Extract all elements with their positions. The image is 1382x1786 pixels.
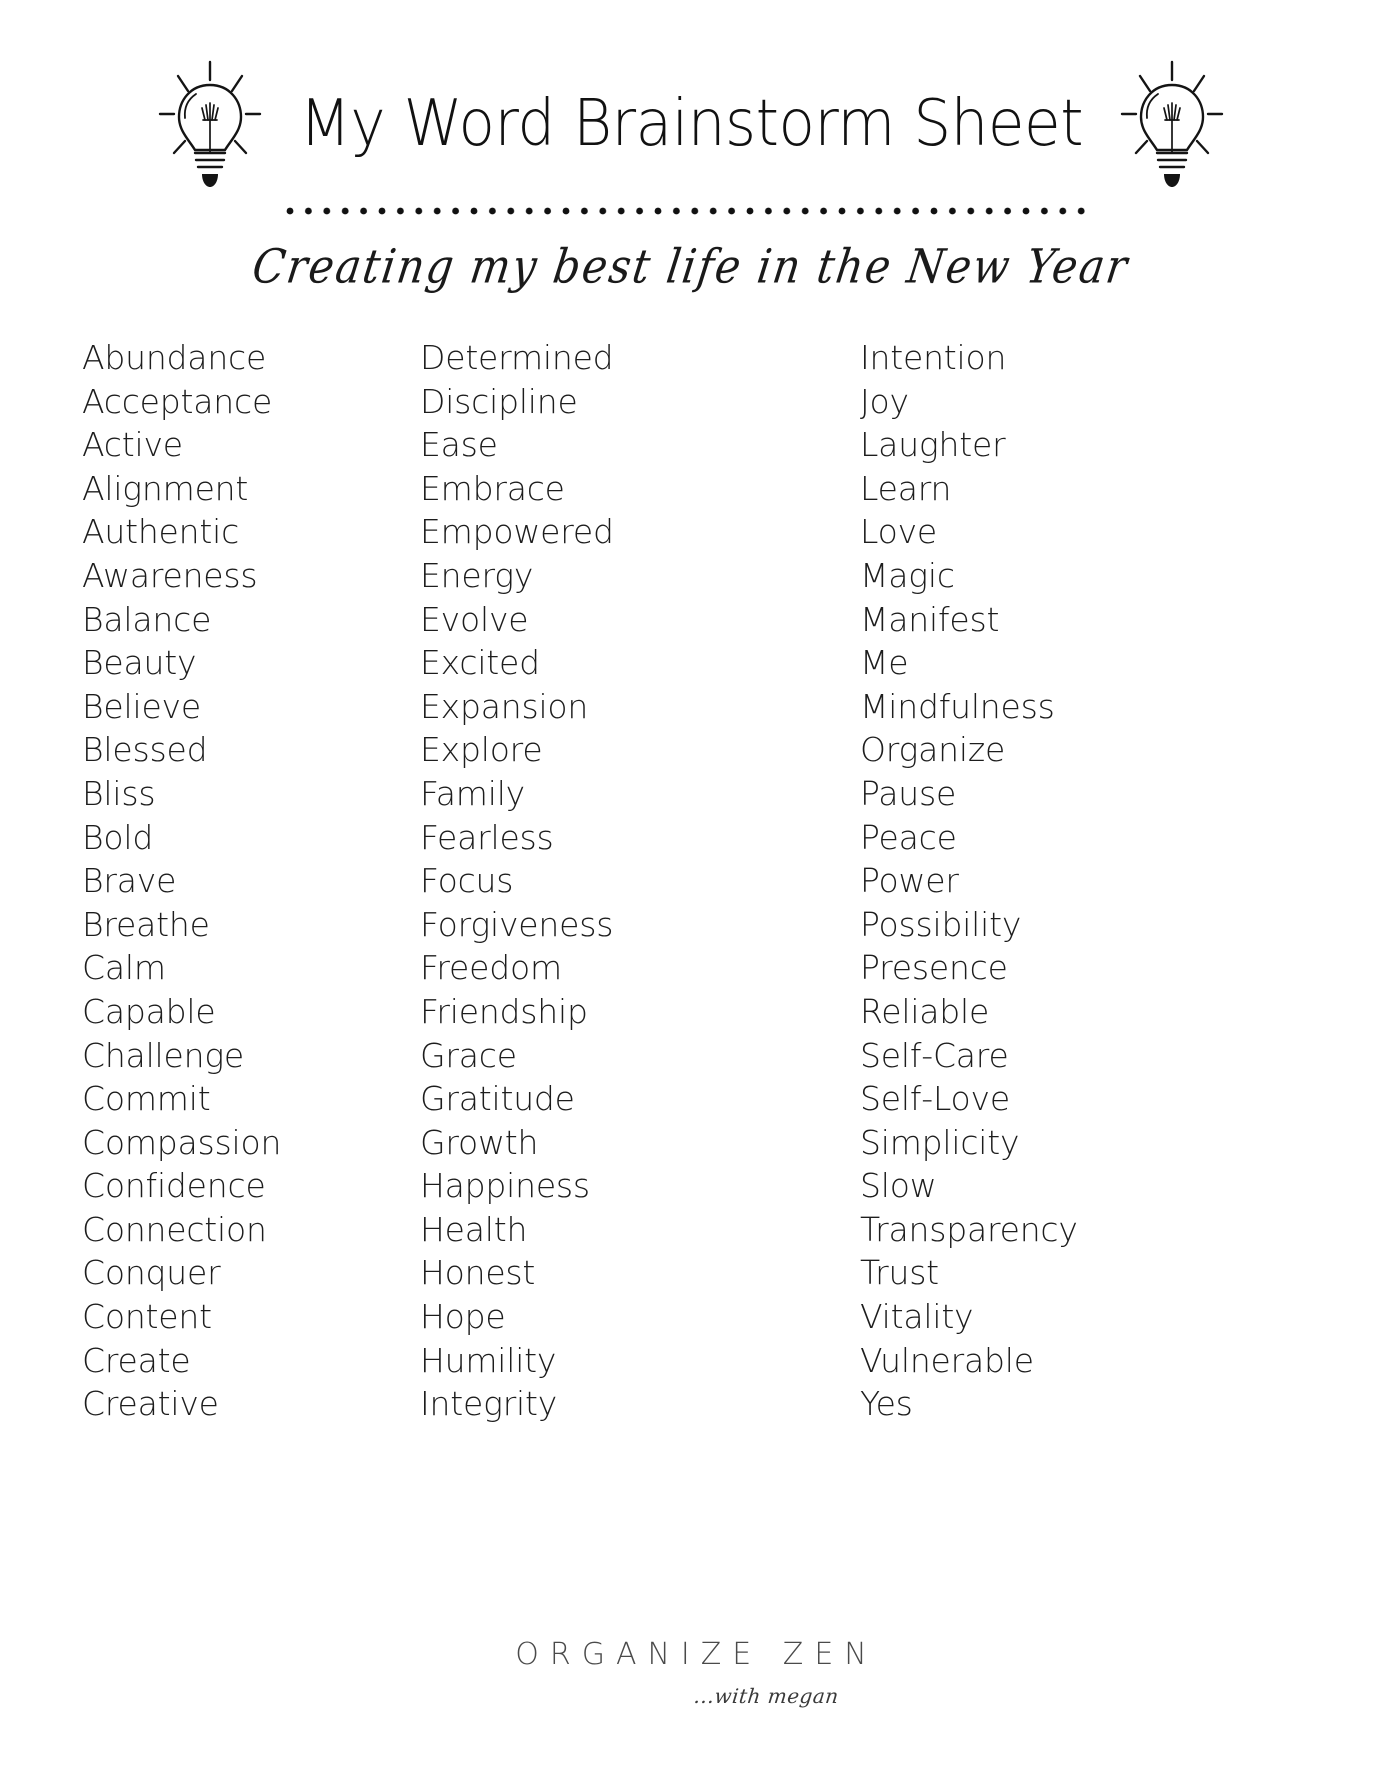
word-item[interactable]: Growth: [420, 1121, 840, 1165]
lightbulb-icon: [156, 58, 264, 190]
word-item[interactable]: Gratitude: [420, 1077, 840, 1121]
word-item[interactable]: Possibility: [860, 903, 1280, 947]
page-title: My Word Brainstorm Sheet: [299, 87, 1083, 161]
word-item[interactable]: Confidence: [82, 1164, 410, 1208]
word-item[interactable]: Self-Care: [860, 1034, 1280, 1078]
word-item[interactable]: Simplicity: [860, 1121, 1280, 1165]
word-item[interactable]: Balance: [82, 598, 410, 642]
dotted-divider: [286, 206, 1096, 216]
word-item[interactable]: Humility: [420, 1339, 840, 1383]
word-item[interactable]: Fearless: [420, 816, 840, 860]
word-columns: Abundance Acceptance Active Alignment Au…: [0, 320, 1382, 1426]
word-item[interactable]: Blessed: [82, 728, 410, 772]
word-item[interactable]: Commit: [82, 1077, 410, 1121]
word-item[interactable]: Self-Love: [860, 1077, 1280, 1121]
word-item[interactable]: Excited: [420, 641, 840, 685]
word-item[interactable]: Slow: [860, 1164, 1280, 1208]
word-item[interactable]: Content: [82, 1295, 410, 1339]
word-item[interactable]: Intention: [860, 336, 1280, 380]
word-item[interactable]: Discipline: [420, 380, 840, 424]
subtitle-row: Creating my best life in the New Year: [0, 239, 1382, 316]
word-item[interactable]: Conquer: [82, 1251, 410, 1295]
word-item[interactable]: Mindfulness: [860, 685, 1280, 729]
word-item[interactable]: Capable: [82, 990, 410, 1034]
word-item[interactable]: Brave: [82, 859, 410, 903]
word-item[interactable]: Challenge: [82, 1034, 410, 1078]
word-item[interactable]: Presence: [860, 946, 1280, 990]
word-item[interactable]: Transparency: [860, 1208, 1280, 1252]
word-item[interactable]: Breathe: [82, 903, 410, 947]
word-item[interactable]: Freedom: [420, 946, 840, 990]
sheet-subtitle: Creating my best life in the New Year: [249, 239, 1133, 294]
word-item[interactable]: Alignment: [82, 467, 410, 511]
word-item[interactable]: Friendship: [420, 990, 840, 1034]
word-item[interactable]: Believe: [82, 685, 410, 729]
word-item[interactable]: Empowered: [420, 510, 840, 554]
word-item[interactable]: Honest: [420, 1251, 840, 1295]
word-item[interactable]: Active: [82, 423, 410, 467]
word-item[interactable]: Love: [860, 510, 1280, 554]
word-item[interactable]: Energy: [420, 554, 840, 598]
word-item[interactable]: Laughter: [860, 423, 1280, 467]
brainstorm-sheet: My Word Brainstorm Sheet Creating my bes…: [0, 0, 1382, 1786]
word-item[interactable]: Abundance: [82, 336, 410, 380]
word-item[interactable]: Acceptance: [82, 380, 410, 424]
word-item[interactable]: Compassion: [82, 1121, 410, 1165]
sheet-footer: ORGANIZE ZEN ...with megan: [0, 1637, 1382, 1708]
word-item[interactable]: Health: [420, 1208, 840, 1252]
word-item[interactable]: Me: [860, 641, 1280, 685]
word-item[interactable]: Evolve: [420, 598, 840, 642]
word-item[interactable]: Learn: [860, 467, 1280, 511]
lightbulb-icon: [1118, 58, 1226, 190]
word-item[interactable]: Joy: [860, 380, 1280, 424]
word-item[interactable]: Embrace: [420, 467, 840, 511]
word-column-2: Determined Discipline Ease Embrace Empow…: [410, 336, 840, 1426]
word-item[interactable]: Create: [82, 1339, 410, 1383]
word-item[interactable]: Hope: [420, 1295, 840, 1339]
word-item[interactable]: Vitality: [860, 1295, 1280, 1339]
word-item[interactable]: Bold: [82, 816, 410, 860]
word-item[interactable]: Connection: [82, 1208, 410, 1252]
word-item[interactable]: Power: [860, 859, 1280, 903]
word-item[interactable]: Creative: [82, 1382, 410, 1426]
word-item[interactable]: Authentic: [82, 510, 410, 554]
word-item[interactable]: Forgiveness: [420, 903, 840, 947]
word-item[interactable]: Expansion: [420, 685, 840, 729]
word-item[interactable]: Pause: [860, 772, 1280, 816]
word-item[interactable]: Yes: [860, 1382, 1280, 1426]
word-item[interactable]: Ease: [420, 423, 840, 467]
word-item[interactable]: Manifest: [860, 598, 1280, 642]
word-item[interactable]: Explore: [420, 728, 840, 772]
word-item[interactable]: Happiness: [420, 1164, 840, 1208]
word-item[interactable]: Integrity: [420, 1382, 840, 1426]
word-item[interactable]: Grace: [420, 1034, 840, 1078]
word-item[interactable]: Organize: [860, 728, 1280, 772]
word-item[interactable]: Calm: [82, 946, 410, 990]
word-item[interactable]: Vulnerable: [860, 1339, 1280, 1383]
word-item[interactable]: Reliable: [860, 990, 1280, 1034]
word-item[interactable]: Trust: [860, 1251, 1280, 1295]
word-item[interactable]: Bliss: [82, 772, 410, 816]
word-item[interactable]: Family: [420, 772, 840, 816]
word-item[interactable]: Beauty: [82, 641, 410, 685]
word-item[interactable]: Determined: [420, 336, 840, 380]
word-item[interactable]: Awareness: [82, 554, 410, 598]
brand-name: ORGANIZE ZEN: [515, 1637, 878, 1672]
word-item[interactable]: Focus: [420, 859, 840, 903]
word-column-1: Abundance Acceptance Active Alignment Au…: [0, 336, 410, 1426]
word-item[interactable]: Peace: [860, 816, 1280, 860]
brand-tagline: ...with megan: [692, 1684, 840, 1708]
word-item[interactable]: Magic: [860, 554, 1280, 598]
sheet-header: My Word Brainstorm Sheet: [0, 0, 1382, 200]
word-column-3: Intention Joy Laughter Learn Love Magic …: [840, 336, 1280, 1426]
